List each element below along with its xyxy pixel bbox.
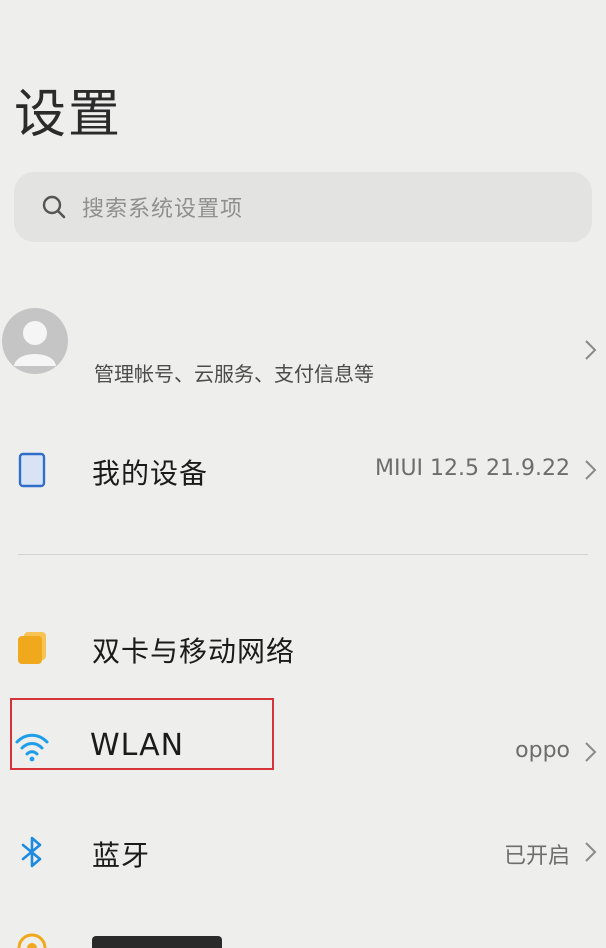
partial-row-label bbox=[92, 936, 222, 948]
chevron-right-icon bbox=[585, 340, 597, 360]
search-bar[interactable]: 搜索系统设置项 bbox=[14, 172, 592, 242]
page-title: 设置 bbox=[14, 85, 123, 145]
phone-icon bbox=[18, 452, 46, 488]
hotspot-icon bbox=[17, 933, 47, 948]
account-subtitle: 管理帐号、云服务、支付信息等 bbox=[94, 362, 374, 386]
avatar-icon bbox=[2, 308, 68, 374]
row-label-bluetooth: 蓝牙 bbox=[92, 839, 151, 872]
chevron-right-icon bbox=[585, 460, 597, 480]
settings-row-sim[interactable]: 双卡与移动网络 bbox=[0, 608, 606, 688]
bluetooth-icon bbox=[21, 836, 42, 868]
search-placeholder: 搜索系统设置项 bbox=[82, 197, 244, 222]
divider bbox=[18, 554, 588, 555]
row-label-sim: 双卡与移动网络 bbox=[92, 635, 296, 668]
row-value-wlan: oppo bbox=[515, 738, 570, 763]
chevron-right-icon bbox=[585, 742, 597, 762]
settings-row-my-device[interactable]: 我的设备 MIUI 12.5 21.9.22 bbox=[0, 430, 606, 510]
settings-row-partial[interactable] bbox=[0, 920, 606, 948]
chevron-right-icon bbox=[585, 842, 597, 862]
row-value-my-device: MIUI 12.5 21.9.22 bbox=[374, 456, 570, 481]
settings-row-bluetooth[interactable]: 蓝牙 已开启 bbox=[0, 812, 606, 892]
row-label-my-device: 我的设备 bbox=[92, 457, 209, 490]
sim-card-icon bbox=[18, 632, 46, 664]
row-value-bluetooth: 已开启 bbox=[503, 844, 570, 869]
search-icon bbox=[38, 191, 70, 223]
highlight-box bbox=[10, 698, 274, 770]
